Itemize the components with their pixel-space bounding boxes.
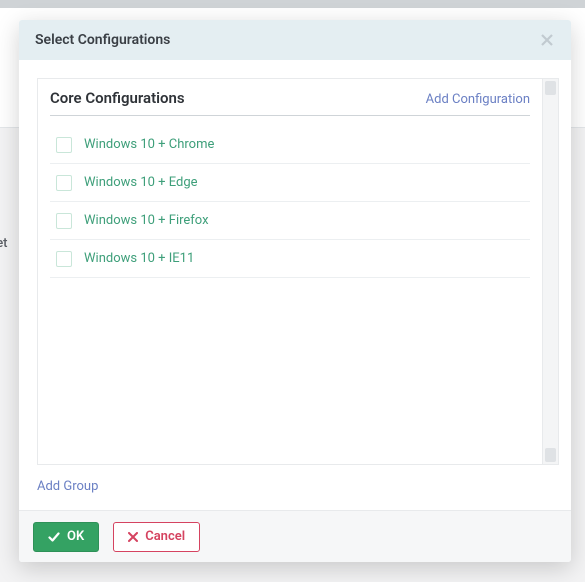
config-row: Windows 10 + Chrome — [50, 126, 530, 164]
dialog-footer: OK Cancel — [19, 510, 571, 562]
scroll-container: Core Configurations Add Configuration Wi… — [37, 78, 559, 465]
config-label[interactable]: Windows 10 + IE11 — [84, 251, 194, 266]
dialog-body: Core Configurations Add Configuration Wi… — [19, 60, 571, 510]
group-title: Core Configurations — [50, 89, 185, 107]
config-label[interactable]: Windows 10 + Chrome — [84, 137, 214, 152]
config-row: Windows 10 + Firefox — [50, 202, 530, 240]
config-label[interactable]: Windows 10 + Edge — [84, 175, 198, 190]
bg-side-label: Pet — [0, 236, 8, 251]
add-group-link[interactable]: Add Group — [37, 479, 559, 494]
cancel-button[interactable]: Cancel — [113, 522, 200, 552]
dialog-title: Select Configurations — [35, 32, 170, 48]
configurations-panel: Core Configurations Add Configuration Wi… — [37, 78, 543, 465]
close-button[interactable] — [537, 30, 557, 50]
config-row: Windows 10 + Edge — [50, 164, 530, 202]
add-configuration-link[interactable]: Add Configuration — [426, 92, 530, 107]
config-label[interactable]: Windows 10 + Firefox — [84, 213, 209, 228]
config-checkbox[interactable] — [56, 251, 72, 267]
cancel-x-icon — [128, 532, 138, 542]
bg-strip — [0, 0, 585, 8]
config-row: Windows 10 + IE11 — [50, 240, 530, 278]
ok-button-label: OK — [67, 529, 84, 544]
cancel-button-label: Cancel — [145, 529, 185, 544]
config-checkbox[interactable] — [56, 175, 72, 191]
group-header: Core Configurations Add Configuration — [50, 87, 530, 116]
select-configurations-dialog: Select Configurations Core Configuration… — [19, 20, 571, 562]
check-icon — [48, 531, 60, 543]
close-icon — [540, 33, 554, 47]
config-checkbox[interactable] — [56, 213, 72, 229]
scrollbar-down-icon — [545, 448, 556, 462]
scrollbar-up-icon — [545, 81, 556, 95]
ok-button[interactable]: OK — [33, 522, 99, 552]
config-checkbox[interactable] — [56, 137, 72, 153]
scrollbar[interactable] — [543, 78, 559, 465]
dialog-header: Select Configurations — [19, 20, 571, 60]
